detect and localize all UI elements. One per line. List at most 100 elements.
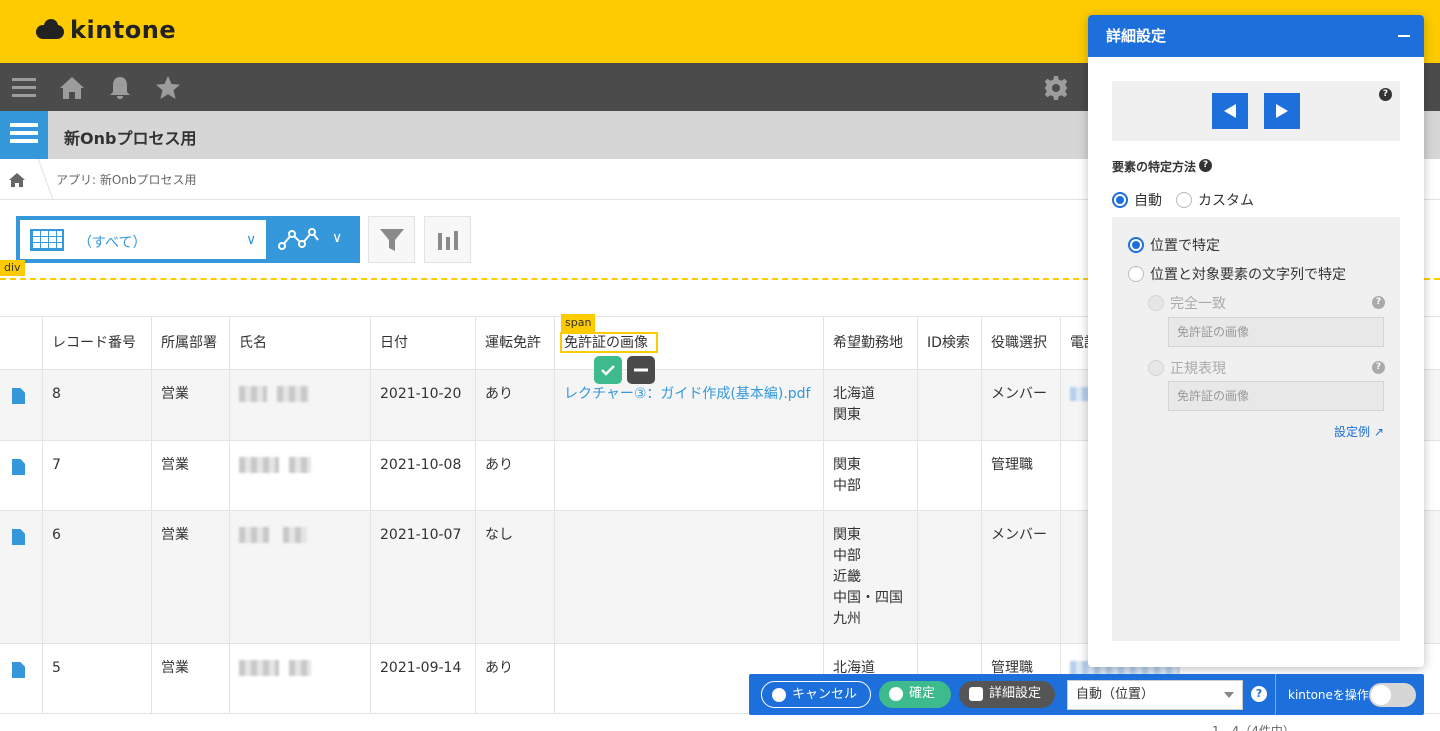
- record-detail-icon[interactable]: [12, 529, 25, 545]
- column-header[interactable]: ID検索: [917, 317, 982, 371]
- radio-checked-icon[interactable]: [1112, 192, 1128, 208]
- column-header[interactable]: レコード番号: [42, 317, 152, 371]
- department: 営業: [151, 644, 230, 713]
- help-icon[interactable]: ?: [1379, 88, 1392, 101]
- help-icon[interactable]: ?: [1372, 361, 1385, 374]
- view-selector[interactable]: （すべて） ∨ ∨: [16, 216, 360, 263]
- mode-auto-label: 自動: [1134, 193, 1162, 209]
- column-header[interactable]: 希望勤務地: [823, 317, 918, 371]
- record-detail-icon[interactable]: [12, 662, 25, 678]
- record-number: 8: [42, 370, 152, 440]
- license-image-empty: [554, 441, 824, 510]
- breadcrumb-app-link[interactable]: アプリ: 新Onbプロセス用: [56, 171, 197, 188]
- breadcrumb-home-icon[interactable]: [8, 171, 26, 189]
- home-icon[interactable]: [59, 75, 85, 101]
- position-text-option[interactable]: 位置と対象要素の文字列で特定: [1128, 264, 1346, 284]
- kintone-logo[interactable]: kintone: [34, 16, 176, 44]
- help-icon[interactable]: ?: [1199, 159, 1212, 172]
- detail-settings-label: 詳細設定: [989, 686, 1042, 701]
- mode-auto-option[interactable]: 自動: [1112, 190, 1162, 210]
- breadcrumb-separator: [26, 159, 54, 199]
- record-number: 5: [42, 644, 152, 713]
- date: 2021-10-08: [370, 441, 476, 510]
- app-title[interactable]: 新Onbプロセス用: [64, 125, 196, 149]
- operate-kintone-toggle[interactable]: [1369, 683, 1416, 707]
- view-label: （すべて）: [78, 235, 147, 251]
- preferred-location: 関東 中部 近畿 中国・四国 九州: [823, 511, 918, 643]
- span-overlay-tag: span: [561, 314, 596, 332]
- column-header[interactable]: 氏名: [229, 317, 371, 371]
- license: あり: [475, 370, 555, 440]
- confirm-button[interactable]: 確定: [879, 681, 951, 708]
- graph-chevron-down-icon[interactable]: ∨: [332, 230, 342, 246]
- exact-match-label: 完全一致: [1170, 296, 1226, 312]
- minimize-icon[interactable]: [1394, 15, 1414, 57]
- help-icon[interactable]: ?: [1251, 686, 1267, 702]
- graph-icon[interactable]: [278, 226, 322, 254]
- role: メンバー: [981, 370, 1061, 440]
- license-image-empty: [554, 511, 824, 643]
- mode-custom-option[interactable]: カスタム: [1176, 190, 1254, 210]
- detail-settings-panel: 詳細設定 ? 要素の特定方法 ? 自動 カスタム 位置で特定 位置と対象要素の文…: [1088, 15, 1424, 667]
- column-header[interactable]: 日付: [370, 317, 476, 371]
- example-link[interactable]: 設定例 ↗: [1334, 423, 1384, 440]
- name-blurred: [229, 370, 371, 440]
- regex-option: 正規表現: [1148, 358, 1226, 378]
- column-header[interactable]: 所属部署: [151, 317, 230, 371]
- bell-icon[interactable]: [107, 75, 133, 101]
- span-highlight-box: [560, 332, 658, 353]
- menu-icon[interactable]: [11, 75, 37, 101]
- minus-icon: [634, 368, 648, 372]
- detail-settings-button[interactable]: 詳細設定: [959, 681, 1055, 708]
- view-dropdown[interactable]: （すべて） ∨: [20, 220, 266, 259]
- gear-icon: [969, 687, 983, 701]
- id-search: [917, 441, 982, 510]
- auto-options-box: 位置で特定 位置と対象要素の文字列で特定 完全一致 ? 免許証の画像 正規表現 …: [1112, 217, 1400, 641]
- help-icon[interactable]: ?: [1372, 296, 1385, 309]
- chart-button[interactable]: [424, 216, 471, 263]
- radio-disabled-icon: [1148, 295, 1164, 311]
- radio-unchecked-icon[interactable]: [1176, 192, 1192, 208]
- regex-label: 正規表現: [1170, 361, 1226, 377]
- mode-select[interactable]: 自動（位置）: [1067, 680, 1243, 710]
- record-number: 6: [42, 511, 152, 643]
- app-list-icon[interactable]: [0, 111, 48, 159]
- id-search: [917, 370, 982, 440]
- gear-icon[interactable]: [1043, 75, 1069, 101]
- radio-checked-icon[interactable]: [1128, 237, 1144, 253]
- radio-unchecked-icon[interactable]: [1128, 266, 1144, 282]
- filter-button[interactable]: [368, 216, 415, 263]
- example-link-label: 設定例: [1334, 425, 1371, 439]
- next-element-button[interactable]: [1264, 93, 1300, 129]
- star-icon[interactable]: [155, 75, 181, 101]
- logo-text: kintone: [70, 16, 177, 44]
- cancel-button[interactable]: キャンセル: [761, 681, 871, 708]
- column-header[interactable]: 役職選択: [981, 317, 1061, 371]
- check-icon: [601, 365, 615, 376]
- mode-custom-label: カスタム: [1198, 193, 1254, 209]
- div-overlay-tag: div: [0, 260, 25, 276]
- record-count: 1 - 4（4件中）: [1212, 724, 1295, 731]
- section-label: 要素の特定方法: [1112, 160, 1197, 174]
- record-detail-icon[interactable]: [12, 459, 25, 475]
- position-option[interactable]: 位置で特定: [1128, 235, 1220, 255]
- preferred-location: 北海道 関東: [823, 370, 918, 440]
- record-detail-icon[interactable]: [12, 388, 25, 404]
- confirm-label: 確定: [909, 686, 936, 701]
- date: 2021-10-07: [370, 511, 476, 643]
- license: あり: [475, 441, 555, 510]
- table-view-icon: [30, 229, 64, 251]
- element-nav-box: ?: [1112, 81, 1400, 141]
- confirm-check-button[interactable]: [594, 356, 622, 384]
- department: 営業: [151, 441, 230, 510]
- bar-chart-icon: [438, 231, 458, 250]
- chevron-down-icon: ∨: [246, 232, 257, 248]
- column-header[interactable]: 運転免許: [475, 317, 555, 371]
- department: 営業: [151, 511, 230, 643]
- operate-kintone-label: kintoneを操作: [1288, 688, 1369, 702]
- name-blurred: [229, 441, 371, 510]
- reject-minus-button[interactable]: [627, 356, 655, 384]
- prev-element-button[interactable]: [1212, 93, 1248, 129]
- exact-match-input: 免許証の画像: [1168, 317, 1384, 347]
- location-item: 中部: [833, 478, 861, 494]
